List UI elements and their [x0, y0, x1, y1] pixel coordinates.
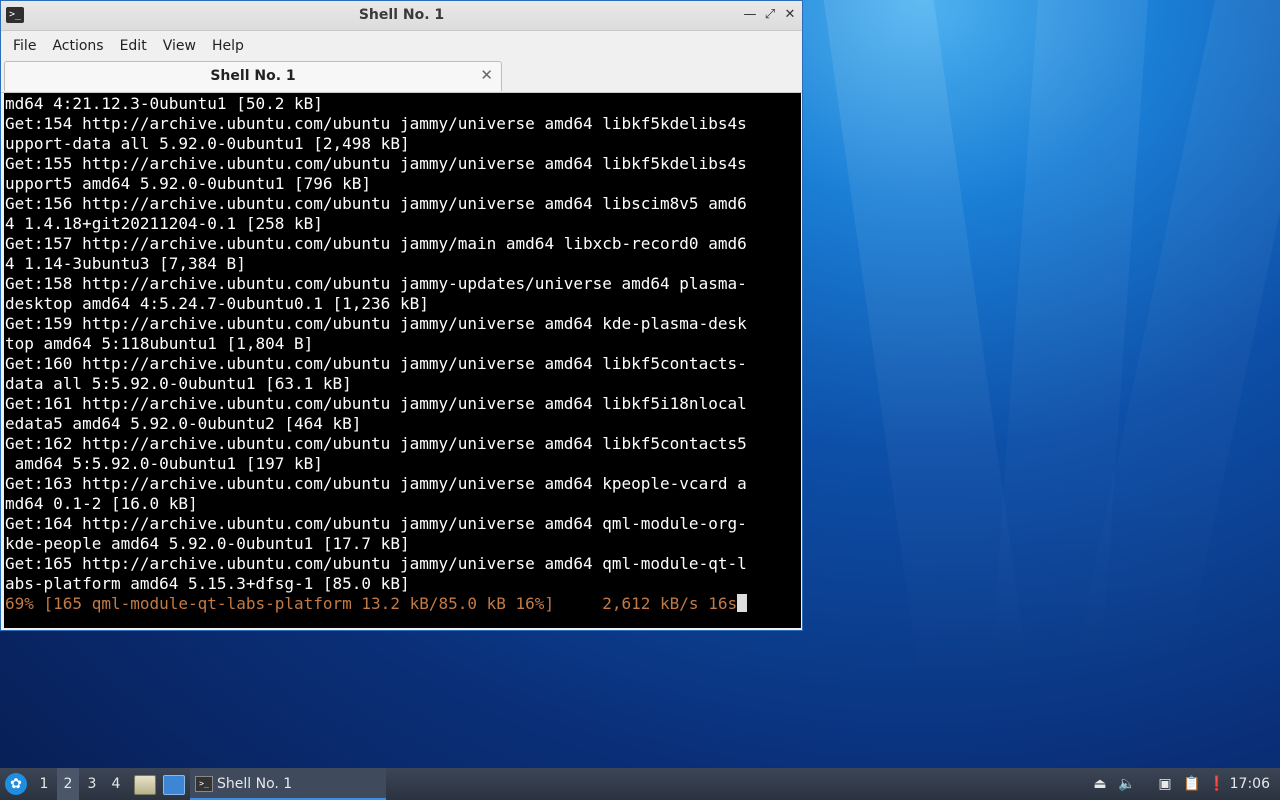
menu-edit[interactable]: Edit [112, 34, 155, 58]
terminal-window[interactable]: >_ Shell No. 1 — ⤢ ✕ File Actions Edit V… [0, 0, 803, 631]
workspace-3[interactable]: 3 [81, 768, 103, 800]
taskbar-task-shell[interactable]: >_ Shell No. 1 [190, 768, 386, 800]
clock[interactable]: 17:06 [1230, 768, 1270, 800]
update-notifier-icon[interactable]: ❗ [1208, 775, 1226, 793]
progress-line: 69% [165 qml-module-qt-labs-platform 13.… [4, 594, 801, 614]
lxqt-menu-icon[interactable]: ✿ [5, 773, 27, 795]
maximize-icon[interactable]: ⤢ [761, 6, 779, 24]
tab-label: Shell No. 1 [210, 68, 296, 84]
network-icon[interactable]: ▣ [1156, 775, 1174, 793]
menu-file[interactable]: File [5, 34, 44, 58]
menu-actions[interactable]: Actions [44, 34, 111, 58]
menu-bar: File Actions Edit View Help [1, 31, 802, 60]
tab-close-icon[interactable]: ✕ [480, 66, 493, 84]
workspace-4[interactable]: 4 [105, 768, 127, 800]
tab-bar: Shell No. 1 ✕ [1, 60, 802, 93]
menu-view[interactable]: View [155, 34, 204, 58]
terminal-output[interactable]: md64 4:21.12.3-0ubuntu1 [50.2 kB] Get:15… [4, 93, 801, 628]
window-title: Shell No. 1 [358, 7, 445, 23]
close-icon[interactable]: ✕ [781, 6, 799, 24]
clipboard-icon[interactable]: 📋 [1183, 775, 1201, 793]
volume-icon[interactable]: 🔈 [1118, 775, 1136, 793]
minimize-icon[interactable]: — [741, 6, 759, 24]
file-manager-icon[interactable] [134, 775, 156, 795]
cursor [737, 594, 748, 612]
taskbar: ✿ 1 2 3 4 >_ Shell No. 1 ⏏ 🔈 ▣ 📋 ❗ 17:06 [0, 768, 1280, 800]
terminal-lines: md64 4:21.12.3-0ubuntu1 [50.2 kB] Get:15… [5, 94, 747, 593]
workspace-2[interactable]: 2 [57, 768, 79, 800]
progress-text: 69% [165 qml-module-qt-labs-platform 13.… [5, 594, 738, 613]
tab-shell-1[interactable]: Shell No. 1 ✕ [4, 61, 502, 91]
task-label: Shell No. 1 [217, 776, 293, 792]
eject-icon[interactable]: ⏏ [1091, 775, 1109, 793]
desktop-icon[interactable] [163, 775, 185, 795]
menu-help[interactable]: Help [204, 34, 252, 58]
terminal-icon: >_ [195, 776, 213, 792]
title-bar[interactable]: >_ Shell No. 1 — ⤢ ✕ [1, 1, 802, 31]
workspace-1[interactable]: 1 [33, 768, 55, 800]
